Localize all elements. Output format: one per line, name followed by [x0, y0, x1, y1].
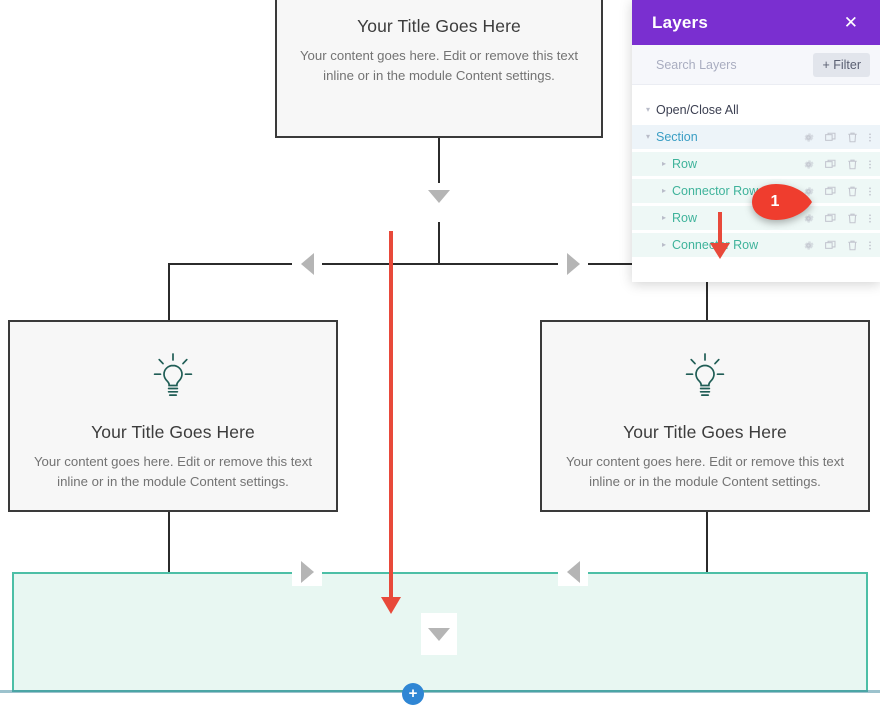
layer-label-text: Row — [672, 211, 698, 225]
duplicate-icon[interactable] — [824, 131, 837, 144]
annotation-marker-1: 1 — [750, 182, 814, 222]
gear-icon[interactable] — [802, 239, 815, 252]
connector-arrow-down-bottom[interactable] — [421, 613, 457, 655]
module-card-left[interactable]: Your Title Goes Here Your content goes h… — [8, 320, 338, 512]
more-options-icon[interactable] — [868, 185, 872, 198]
layer-label-text: Open/Close All — [656, 103, 739, 117]
builder-canvas: Your Title Goes Here Your content goes h… — [0, 0, 880, 714]
triangle-down-icon — [428, 189, 450, 203]
connector-line-top-vertical — [438, 138, 440, 188]
annotation-arrow-short-head — [710, 243, 730, 259]
layers-panel: Layers ✕ + Filter ▾ Open/Close All ▾ Sec… — [632, 0, 880, 282]
card-body: Your content goes here. Edit or remove t… — [33, 454, 313, 489]
layer-label-text: Connector Row — [672, 184, 759, 198]
more-options-icon[interactable] — [868, 239, 872, 252]
layer-row-connector-row-2[interactable]: ▸ Connector Row — [632, 233, 880, 257]
connector-line-left-branch — [168, 263, 170, 321]
connector-line-left-return — [168, 512, 170, 574]
triangle-right-icon — [566, 253, 580, 275]
duplicate-icon[interactable] — [824, 185, 837, 198]
lightbulb-icon — [150, 352, 196, 400]
layer-row-row-1[interactable]: ▸ Row — [632, 152, 880, 176]
add-section-button[interactable]: + — [402, 683, 424, 705]
search-input[interactable] — [656, 57, 806, 72]
layer-row-actions — [802, 131, 872, 144]
connector-arrow-down-top[interactable] — [422, 183, 456, 209]
layers-panel-title: Layers — [652, 12, 709, 32]
triangle-left-icon — [566, 561, 580, 583]
connector-arrow-right-split[interactable] — [558, 250, 588, 278]
layer-label: Connector Row — [672, 238, 802, 252]
trash-icon[interactable] — [846, 239, 859, 252]
gear-icon[interactable] — [802, 131, 815, 144]
duplicate-icon[interactable] — [824, 212, 837, 225]
layer-label-text: Section — [656, 130, 698, 144]
layers-panel-header: Layers ✕ — [632, 0, 880, 45]
duplicate-icon[interactable] — [824, 239, 837, 252]
connector-line-right-return — [706, 512, 708, 574]
chevron-right-icon[interactable]: ▸ — [656, 241, 672, 249]
layer-row-actions — [802, 239, 872, 252]
annotation-marker-number: 1 — [770, 193, 780, 210]
annotation-arrow-long-shaft — [389, 231, 393, 602]
connector-arrow-left-bottom[interactable] — [558, 558, 588, 586]
more-options-icon[interactable] — [868, 131, 872, 144]
module-card-right[interactable]: Your Title Goes Here Your content goes h… — [540, 320, 870, 512]
more-options-icon[interactable] — [868, 212, 872, 225]
connector-arrow-right-bottom[interactable] — [292, 558, 322, 586]
gear-icon[interactable] — [802, 158, 815, 171]
triangle-right-icon — [300, 561, 314, 583]
card-title: Your Title Goes Here — [91, 422, 255, 442]
card-body: Your content goes here. Edit or remove t… — [565, 454, 845, 489]
layer-row-open-close-all[interactable]: ▾ Open/Close All — [632, 98, 880, 122]
more-options-icon[interactable] — [868, 158, 872, 171]
chevron-right-icon[interactable]: ▸ — [656, 214, 672, 222]
triangle-left-icon — [300, 253, 314, 275]
layer-label-text: Row — [672, 157, 698, 171]
close-icon[interactable]: ✕ — [838, 10, 864, 35]
trash-icon[interactable] — [846, 185, 859, 198]
trash-icon[interactable] — [846, 131, 859, 144]
lightbulb-icon — [682, 352, 728, 400]
annotation-arrow-long-head — [381, 597, 401, 614]
filter-button[interactable]: + Filter — [813, 52, 870, 77]
layer-label: Open/Close All — [656, 103, 872, 117]
module-card-top[interactable]: Your Title Goes Here Your content goes h… — [275, 0, 603, 138]
trash-icon[interactable] — [846, 212, 859, 225]
layer-row-actions — [802, 158, 872, 171]
layer-row-section[interactable]: ▾ Section — [632, 125, 880, 149]
chevron-down-icon[interactable]: ▾ — [640, 106, 656, 114]
chevron-down-icon[interactable]: ▾ — [640, 133, 656, 141]
connector-arrow-left-split[interactable] — [292, 250, 322, 278]
layers-search-bar: + Filter — [632, 45, 880, 85]
triangle-down-icon — [428, 627, 450, 641]
chevron-right-icon[interactable]: ▸ — [656, 160, 672, 168]
card-body: Your content goes here. Edit or remove t… — [299, 48, 579, 83]
trash-icon[interactable] — [846, 158, 859, 171]
duplicate-icon[interactable] — [824, 158, 837, 171]
section-bottom-rule — [0, 690, 880, 693]
card-title: Your Title Goes Here — [623, 422, 787, 442]
connector-line-split-stem — [438, 222, 440, 264]
layer-label: Section — [656, 130, 802, 144]
chevron-right-icon[interactable]: ▸ — [656, 187, 672, 195]
layer-label: Row — [672, 157, 802, 171]
card-title: Your Title Goes Here — [357, 16, 521, 36]
